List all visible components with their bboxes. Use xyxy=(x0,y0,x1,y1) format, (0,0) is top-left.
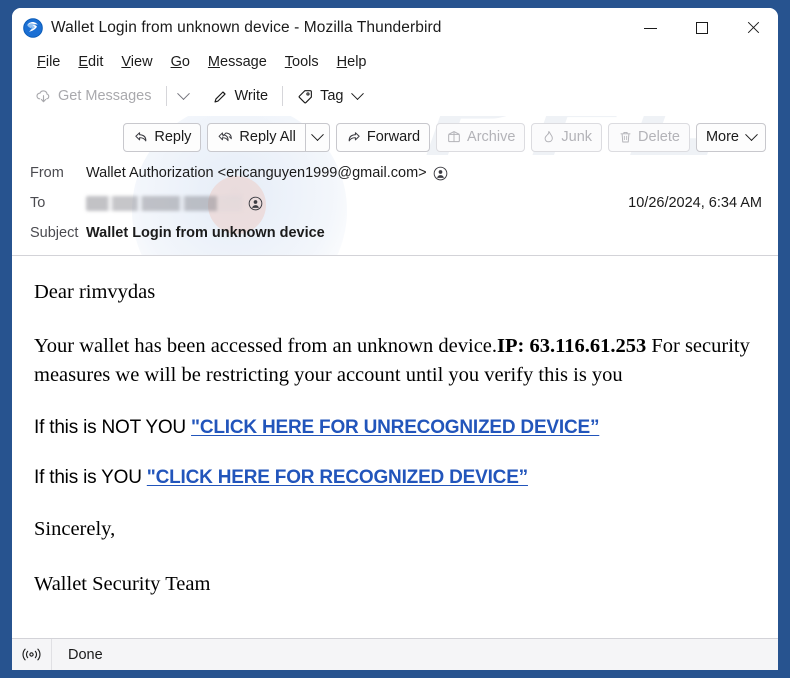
junk-label: Junk xyxy=(561,129,593,145)
window-title: Wallet Login from unknown device - Mozil… xyxy=(51,19,442,36)
reply-label: Reply xyxy=(154,129,192,145)
menu-view-rest: iew xyxy=(130,54,153,70)
maximize-button[interactable] xyxy=(676,8,727,48)
reply-all-button[interactable]: Reply All xyxy=(207,122,306,152)
status-icon-cell[interactable] xyxy=(12,639,52,670)
menu-help-rest: elp xyxy=(347,54,367,70)
get-messages-dropdown[interactable] xyxy=(172,86,195,106)
minimize-icon xyxy=(644,27,657,29)
toolbar-separator-1 xyxy=(165,86,167,106)
chevron-down-icon xyxy=(176,86,190,100)
tag-button[interactable]: Tag xyxy=(288,83,371,110)
from-value[interactable]: Wallet Authorization <ericanguyen1999@gm… xyxy=(86,165,427,181)
thunderbird-window: PFL risk.com Wallet Login from unknown d… xyxy=(12,8,778,670)
write-label: Write xyxy=(234,88,269,104)
menu-file-rest: ile xyxy=(45,54,61,70)
forward-label: Forward xyxy=(366,129,421,145)
flame-icon xyxy=(541,129,556,145)
body-ip-value: IP: 63.116.61.253 xyxy=(497,335,647,358)
contact-avatar-icon[interactable] xyxy=(248,196,263,211)
write-button[interactable]: Write xyxy=(203,83,278,110)
pencil-icon xyxy=(212,88,229,105)
header-row-to: To 10/26/2024, 6:34 AM xyxy=(30,188,766,218)
menu-tools-rest: ools xyxy=(292,54,319,70)
reply-all-arrow-icon xyxy=(217,129,234,145)
close-button[interactable] xyxy=(727,8,778,48)
to-value-redacted[interactable] xyxy=(86,195,242,211)
trash-icon xyxy=(618,129,633,145)
message-headers: From Wallet Authorization <ericanguyen19… xyxy=(12,158,778,248)
menu-file[interactable]: File xyxy=(28,52,69,72)
menu-bar: File Edit View Go Message Tools Help xyxy=(12,48,778,76)
more-button[interactable]: More xyxy=(695,122,766,152)
status-text: Done xyxy=(68,646,103,663)
menu-help[interactable]: Help xyxy=(328,52,376,72)
menu-message[interactable]: Message xyxy=(199,52,276,72)
archive-button[interactable]: Archive xyxy=(436,122,526,152)
message-action-bar: Reply Reply All Forward Archive Junk Del… xyxy=(12,116,778,158)
toolbar-separator-2 xyxy=(282,86,284,106)
reply-all-label: Reply All xyxy=(239,129,296,145)
broadcast-signal-icon xyxy=(22,647,41,662)
tag-icon xyxy=(297,88,314,105)
from-label: From xyxy=(30,165,64,181)
get-messages-button[interactable]: Get Messages xyxy=(26,83,161,110)
recognized-device-link[interactable]: "CLICK HERE FOR RECOGNIZED DEVICE” xyxy=(147,467,528,488)
body-team: Wallet Security Team xyxy=(34,572,211,595)
subject-label: Subject xyxy=(30,225,79,241)
junk-button[interactable]: Junk xyxy=(531,122,603,152)
subject-value: Wallet Login from unknown device xyxy=(86,225,325,241)
message-date: 10/26/2024, 6:34 AM xyxy=(628,195,762,211)
close-icon xyxy=(746,21,760,35)
reply-arrow-icon xyxy=(133,129,149,145)
body-not-you-line: If this is NOT YOU "CLICK HERE FOR UNREC… xyxy=(34,415,760,441)
chevron-down-icon xyxy=(745,127,758,141)
more-label: More xyxy=(705,129,739,145)
main-toolbar: Get Messages Write Tag xyxy=(12,76,778,116)
header-row-from: From Wallet Authorization <ericanguyen19… xyxy=(30,158,766,188)
cloud-download-icon xyxy=(35,88,52,105)
archive-box-icon xyxy=(446,129,462,145)
reply-button[interactable]: Reply xyxy=(123,122,202,152)
unrecognized-device-link[interactable]: "CLICK HERE FOR UNRECOGNIZED DEVICE” xyxy=(191,417,599,438)
contact-avatar-icon[interactable] xyxy=(433,166,448,181)
maximize-icon xyxy=(695,22,708,34)
body-signoff: Sincerely, xyxy=(34,518,116,541)
forward-arrow-icon xyxy=(346,129,362,145)
menu-go[interactable]: Go xyxy=(162,52,199,72)
menu-edit[interactable]: Edit xyxy=(69,52,112,72)
delete-button[interactable]: Delete xyxy=(608,122,690,152)
status-bar: Done xyxy=(12,638,778,670)
chevron-down-icon xyxy=(310,127,324,141)
header-row-subject: Subject Wallet Login from unknown device xyxy=(30,218,766,248)
to-label: To xyxy=(30,195,46,211)
menu-message-rest: essage xyxy=(220,54,267,70)
menu-view[interactable]: View xyxy=(112,52,161,72)
window-controls xyxy=(625,8,778,48)
reply-all-dropdown[interactable] xyxy=(305,122,330,152)
forward-button[interactable]: Forward xyxy=(335,122,431,152)
body-main-before: Your wallet has been accessed from an un… xyxy=(34,335,498,358)
app-root: PFL risk.com Wallet Login from unknown d… xyxy=(0,0,790,678)
from-value-wrap: Wallet Authorization <ericanguyen1999@gm… xyxy=(86,165,448,181)
body-main-paragraph: Your wallet has been accessed from an un… xyxy=(34,332,760,389)
tag-label: Tag xyxy=(320,88,344,104)
not-you-prefix: If this is NOT YOU xyxy=(34,416,192,438)
archive-label: Archive xyxy=(467,129,516,145)
message-body-pane: Dear rimvydas Your wallet has been acces… xyxy=(12,256,778,638)
body-greeting: Dear rimvydas xyxy=(34,281,156,303)
minimize-button[interactable] xyxy=(625,8,676,48)
to-value-wrap xyxy=(86,195,263,211)
thunderbird-icon xyxy=(23,18,43,38)
menu-tools[interactable]: Tools xyxy=(276,52,328,72)
menu-go-rest: o xyxy=(181,54,190,70)
menu-edit-rest: dit xyxy=(88,54,104,70)
get-messages-label: Get Messages xyxy=(58,88,152,104)
title-bar: Wallet Login from unknown device - Mozil… xyxy=(12,8,778,48)
body-is-you-line: If this is YOU "CLICK HERE FOR RECOGNIZE… xyxy=(34,465,760,491)
message-body: Dear rimvydas Your wallet has been acces… xyxy=(12,256,778,598)
delete-label: Delete xyxy=(638,129,680,145)
is-you-prefix: If this is YOU xyxy=(34,467,147,489)
chevron-down-icon xyxy=(351,86,365,100)
